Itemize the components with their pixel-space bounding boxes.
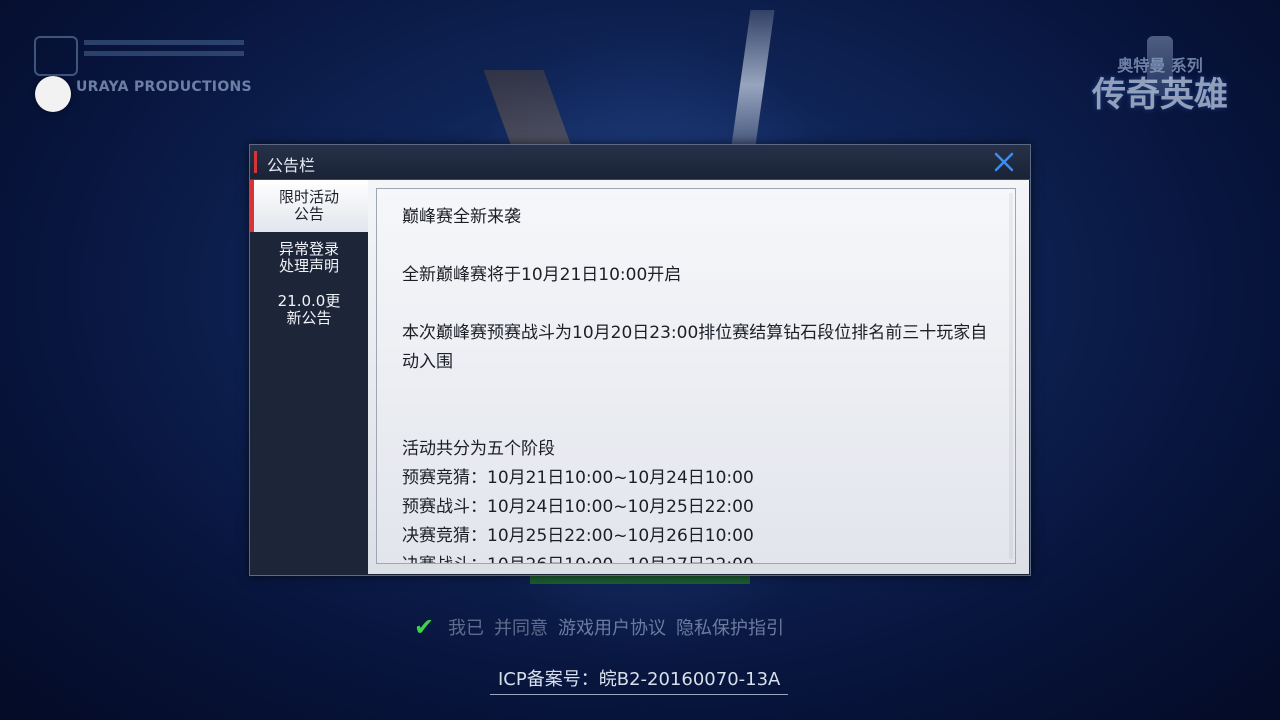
stage-item: 决赛战斗：10月26日10:00~10月27日22:00 [402,551,1002,563]
announcement-line: 本次巅峰赛预赛战斗为10月20日23:00排位赛结算钻石段位排名前三十玩家自动入… [402,323,988,372]
tab-update-notice[interactable]: 21.0.0更新公告 [250,284,368,336]
tab-label: 限时活动公告 [278,188,339,223]
header-accent [254,151,257,173]
tab-label: 异常登录处理声明 [278,240,339,275]
announcement-heading: 巅峰赛全新来袭 [402,207,521,227]
game-logo-title: 传奇英雄 [1092,75,1228,115]
studio-logo-text [84,40,244,62]
studio-logo-icon [34,36,78,76]
announcement-content[interactable]: 巅峰赛全新来袭 全新巅峰赛将于10月21日10:00开启 本次巅峰赛预赛战斗为1… [376,188,1016,564]
content-scrollbar[interactable] [1009,193,1013,559]
announcement-text: 巅峰赛全新来袭 全新巅峰赛将于10月21日10:00开启 本次巅峰赛预赛战斗为1… [402,203,1002,563]
agreement-row: ✔ 我已 并同意 游戏用户协议 隐私保护指引 [414,612,784,642]
dialog-header: 公告栏 [250,145,1030,180]
close-icon[interactable] [992,150,1016,174]
studio-name: URAYA PRODUCTIONS [76,79,252,95]
agreement-prefix: 我已 [448,618,484,639]
dialog-title: 公告栏 [267,156,316,175]
agreement-middle: 并同意 [494,618,548,639]
tab-label: 21.0.0更新公告 [277,292,341,327]
stage-item: 决赛竞猜：10月25日22:00~10月26日10:00 [402,526,754,546]
announcement-line: 全新巅峰赛将于10月21日10:00开启 [402,265,682,285]
stages-title: 活动共分为五个阶段 [402,439,555,459]
tab-abnormal-login[interactable]: 异常登录处理声明 [250,232,368,284]
game-logo-subtitle: 奥特曼 系列 [1117,56,1203,75]
announcement-content-frame: 巅峰赛全新来袭 全新巅峰赛将于10月21日10:00开启 本次巅峰赛预赛战斗为1… [368,180,1029,574]
game-logo: 奥特曼 系列 传奇英雄 [1080,36,1240,176]
tab-limited-event[interactable]: 限时活动公告 [250,180,368,232]
icp-number: ICP备案号：皖B2-20160070-13A [490,666,789,695]
stage-item: 预赛竞猜：10月21日10:00~10月24日10:00 [402,468,754,488]
announcement-tabs: 限时活动公告 异常登录处理声明 21.0.0更新公告 [250,180,368,575]
stage-item: 预赛战斗：10月24日10:00~10月25日22:00 [402,497,754,517]
announcement-dialog: 公告栏 限时活动公告 异常登录处理声明 21.0.0更新公告 巅峰赛全新来袭 全… [249,144,1031,576]
checkmark-icon[interactable]: ✔ [414,615,438,639]
floating-assist-button[interactable] [35,76,71,112]
user-agreement-link[interactable]: 游戏用户协议 [558,614,666,640]
privacy-link[interactable]: 隐私保护指引 [676,614,784,640]
